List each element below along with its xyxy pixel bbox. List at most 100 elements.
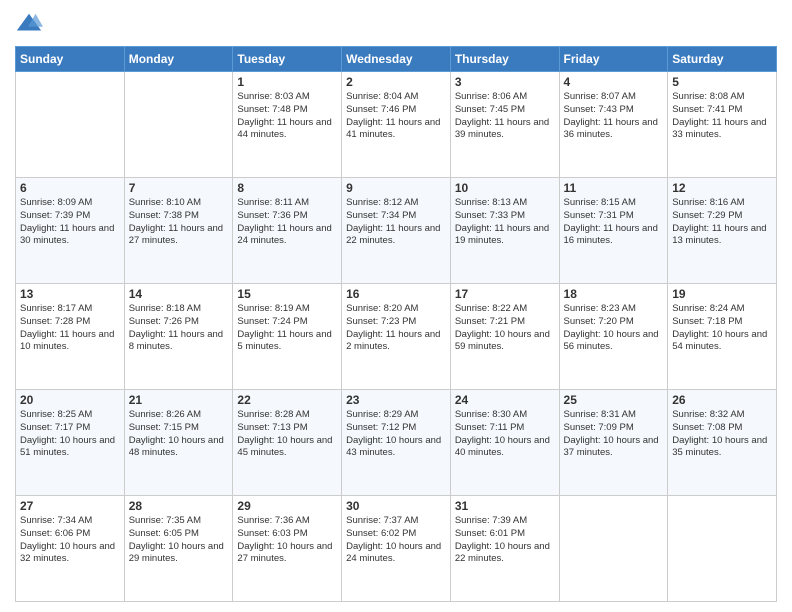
- day-cell: 25 Sunrise: 8:31 AM Sunset: 7:09 PM Dayli…: [559, 390, 668, 496]
- day-info: Sunrise: 7:37 AM Sunset: 6:02 PM Dayligh…: [346, 515, 446, 566]
- day-info: Sunrise: 8:06 AM Sunset: 7:45 PM Dayligh…: [455, 91, 555, 142]
- day-number: 5: [672, 75, 772, 89]
- day-number: 11: [564, 181, 664, 195]
- day-cell: 8 Sunrise: 8:11 AM Sunset: 7:36 PM Daylig…: [233, 178, 342, 284]
- header: [15, 10, 777, 38]
- weekday-header-sunday: Sunday: [16, 47, 125, 72]
- day-cell: 21Sunrise: 8:26 AM Sunset: 7:15 PM Dayli…: [124, 390, 233, 496]
- day-cell: 1 Sunrise: 8:03 AM Sunset: 7:48 PM Daylig…: [233, 72, 342, 178]
- weekday-header-row: SundayMondayTuesdayWednesdayThursdayFrid…: [16, 47, 777, 72]
- day-number: 15: [237, 287, 337, 301]
- weekday-header-saturday: Saturday: [668, 47, 777, 72]
- day-cell: [124, 72, 233, 178]
- day-number: 6: [20, 181, 120, 195]
- day-number: 22: [237, 393, 337, 407]
- day-number: 12: [672, 181, 772, 195]
- day-info: Sunrise: 8:29 AM Sunset: 7:12 PM Dayligh…: [346, 409, 446, 460]
- week-row-2: 6 Sunrise: 8:09 AM Sunset: 7:39 PM Daylig…: [16, 178, 777, 284]
- day-number: 10: [455, 181, 555, 195]
- day-info: Sunrise: 8:22 AM Sunset: 7:21 PM Dayligh…: [455, 303, 555, 354]
- day-info: Sunrise: 8:18 AM Sunset: 7:26 PM Dayligh…: [129, 303, 229, 354]
- day-number: 13: [20, 287, 120, 301]
- day-number: 31: [455, 499, 555, 513]
- day-cell: 27 Sunrise: 7:34 AM Sunset: 6:06 PM Dayli…: [16, 496, 125, 602]
- day-cell: [559, 496, 668, 602]
- day-info: Sunrise: 8:12 AM Sunset: 7:34 PM Dayligh…: [346, 197, 446, 248]
- day-info: Sunrise: 8:15 AM Sunset: 7:31 PM Dayligh…: [564, 197, 664, 248]
- day-cell: 9 Sunrise: 8:12 AM Sunset: 7:34 PM Daylig…: [342, 178, 451, 284]
- day-info: Sunrise: 8:32 AM Sunset: 7:08 PM Dayligh…: [672, 409, 772, 460]
- day-cell: 15Sunrise: 8:19 AM Sunset: 7:24 PM Dayli…: [233, 284, 342, 390]
- day-number: 19: [672, 287, 772, 301]
- day-cell: 30 Sunrise: 7:37 AM Sunset: 6:02 PM Dayli…: [342, 496, 451, 602]
- day-cell: 18 Sunrise: 8:23 AM Sunset: 7:20 PM Dayli…: [559, 284, 668, 390]
- day-number: 20: [20, 393, 120, 407]
- day-number: 1: [237, 75, 337, 89]
- day-info: Sunrise: 8:13 AM Sunset: 7:33 PM Dayligh…: [455, 197, 555, 248]
- logo: [15, 10, 47, 38]
- day-number: 30: [346, 499, 446, 513]
- day-number: 7: [129, 181, 229, 195]
- day-info: Sunrise: 7:35 AM Sunset: 6:05 PM Dayligh…: [129, 515, 229, 566]
- weekday-header-monday: Monday: [124, 47, 233, 72]
- day-cell: 2 Sunrise: 8:04 AM Sunset: 7:46 PM Daylig…: [342, 72, 451, 178]
- day-cell: 17 Sunrise: 8:22 AM Sunset: 7:21 PM Dayli…: [450, 284, 559, 390]
- day-info: Sunrise: 7:36 AM Sunset: 6:03 PM Dayligh…: [237, 515, 337, 566]
- day-info: Sunrise: 8:08 AM Sunset: 7:41 PM Dayligh…: [672, 91, 772, 142]
- day-cell: 13Sunrise: 8:17 AM Sunset: 7:28 PM Dayli…: [16, 284, 125, 390]
- day-number: 29: [237, 499, 337, 513]
- day-info: Sunrise: 8:16 AM Sunset: 7:29 PM Dayligh…: [672, 197, 772, 248]
- day-cell: 14Sunrise: 8:18 AM Sunset: 7:26 PM Dayli…: [124, 284, 233, 390]
- day-number: 8: [237, 181, 337, 195]
- day-cell: 5 Sunrise: 8:08 AM Sunset: 7:41 PM Daylig…: [668, 72, 777, 178]
- week-row-5: 27 Sunrise: 7:34 AM Sunset: 6:06 PM Dayli…: [16, 496, 777, 602]
- day-number: 18: [564, 287, 664, 301]
- day-cell: [16, 72, 125, 178]
- day-info: Sunrise: 8:07 AM Sunset: 7:43 PM Dayligh…: [564, 91, 664, 142]
- day-cell: 4Sunrise: 8:07 AM Sunset: 7:43 PM Daylig…: [559, 72, 668, 178]
- day-number: 26: [672, 393, 772, 407]
- day-info: Sunrise: 8:09 AM Sunset: 7:39 PM Dayligh…: [20, 197, 120, 248]
- page: SundayMondayTuesdayWednesdayThursdayFrid…: [0, 0, 792, 612]
- weekday-header-wednesday: Wednesday: [342, 47, 451, 72]
- day-info: Sunrise: 8:03 AM Sunset: 7:48 PM Dayligh…: [237, 91, 337, 142]
- day-cell: 22Sunrise: 8:28 AM Sunset: 7:13 PM Dayli…: [233, 390, 342, 496]
- day-info: Sunrise: 8:23 AM Sunset: 7:20 PM Dayligh…: [564, 303, 664, 354]
- day-cell: 31Sunrise: 7:39 AM Sunset: 6:01 PM Dayli…: [450, 496, 559, 602]
- day-number: 23: [346, 393, 446, 407]
- day-info: Sunrise: 8:25 AM Sunset: 7:17 PM Dayligh…: [20, 409, 120, 460]
- day-number: 27: [20, 499, 120, 513]
- calendar-table: SundayMondayTuesdayWednesdayThursdayFrid…: [15, 46, 777, 602]
- day-cell: 20 Sunrise: 8:25 AM Sunset: 7:17 PM Dayli…: [16, 390, 125, 496]
- day-cell: 19 Sunrise: 8:24 AM Sunset: 7:18 PM Dayli…: [668, 284, 777, 390]
- day-number: 21: [129, 393, 229, 407]
- day-cell: 23 Sunrise: 8:29 AM Sunset: 7:12 PM Dayli…: [342, 390, 451, 496]
- day-cell: 7 Sunrise: 8:10 AM Sunset: 7:38 PM Daylig…: [124, 178, 233, 284]
- day-cell: [668, 496, 777, 602]
- week-row-3: 13Sunrise: 8:17 AM Sunset: 7:28 PM Dayli…: [16, 284, 777, 390]
- week-row-4: 20 Sunrise: 8:25 AM Sunset: 7:17 PM Dayli…: [16, 390, 777, 496]
- day-cell: 12 Sunrise: 8:16 AM Sunset: 7:29 PM Dayli…: [668, 178, 777, 284]
- day-info: Sunrise: 8:24 AM Sunset: 7:18 PM Dayligh…: [672, 303, 772, 354]
- weekday-header-tuesday: Tuesday: [233, 47, 342, 72]
- day-number: 3: [455, 75, 555, 89]
- day-number: 2: [346, 75, 446, 89]
- day-number: 17: [455, 287, 555, 301]
- day-info: Sunrise: 8:10 AM Sunset: 7:38 PM Dayligh…: [129, 197, 229, 248]
- day-cell: 3 Sunrise: 8:06 AM Sunset: 7:45 PM Daylig…: [450, 72, 559, 178]
- day-info: Sunrise: 8:31 AM Sunset: 7:09 PM Dayligh…: [564, 409, 664, 460]
- day-cell: 24Sunrise: 8:30 AM Sunset: 7:11 PM Dayli…: [450, 390, 559, 496]
- day-info: Sunrise: 8:04 AM Sunset: 7:46 PM Dayligh…: [346, 91, 446, 142]
- logo-icon: [15, 10, 43, 38]
- day-number: 9: [346, 181, 446, 195]
- weekday-header-friday: Friday: [559, 47, 668, 72]
- day-number: 24: [455, 393, 555, 407]
- day-info: Sunrise: 7:34 AM Sunset: 6:06 PM Dayligh…: [20, 515, 120, 566]
- day-number: 25: [564, 393, 664, 407]
- day-cell: 26 Sunrise: 8:32 AM Sunset: 7:08 PM Dayli…: [668, 390, 777, 496]
- day-cell: 28Sunrise: 7:35 AM Sunset: 6:05 PM Dayli…: [124, 496, 233, 602]
- day-cell: 29 Sunrise: 7:36 AM Sunset: 6:03 PM Dayli…: [233, 496, 342, 602]
- week-row-1: 1 Sunrise: 8:03 AM Sunset: 7:48 PM Daylig…: [16, 72, 777, 178]
- day-info: Sunrise: 8:11 AM Sunset: 7:36 PM Dayligh…: [237, 197, 337, 248]
- day-cell: 16Sunrise: 8:20 AM Sunset: 7:23 PM Dayli…: [342, 284, 451, 390]
